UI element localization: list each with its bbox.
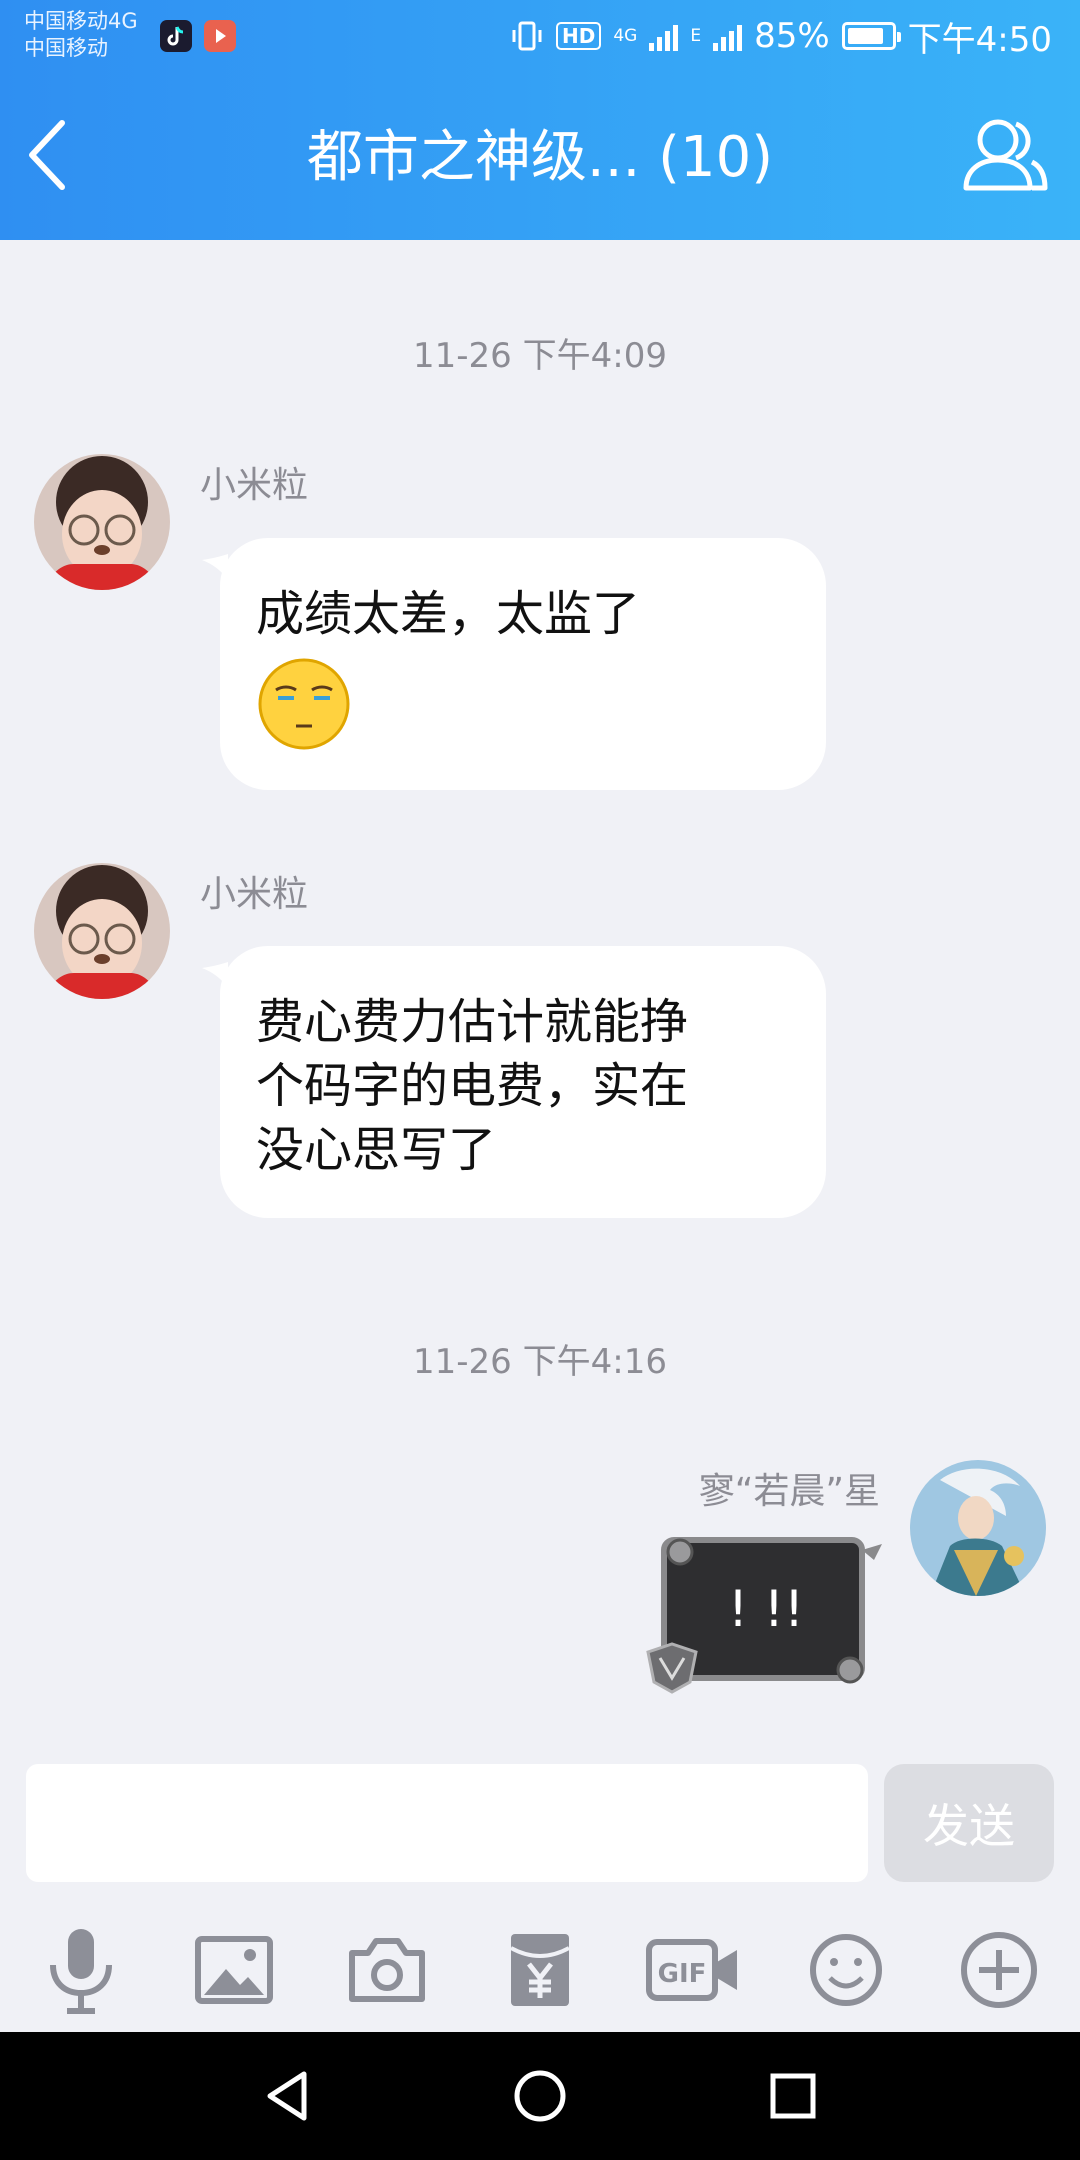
nav-home-button[interactable]: [495, 2051, 585, 2141]
image-icon: [194, 1936, 273, 2004]
camera-icon: [348, 1938, 425, 2002]
avatar[interactable]: [34, 454, 170, 590]
status-icons: HD 4G E 85% 下午4:50: [510, 14, 1052, 60]
back-triangle-icon: [267, 2071, 307, 2121]
voice-button[interactable]: [26, 1915, 136, 2025]
recents-square-icon: [770, 2073, 816, 2119]
signal-tag: E: [690, 26, 702, 46]
battery-icon: [841, 22, 901, 50]
carrier-1: 中国移动4G: [24, 9, 138, 33]
clock: 下午4:50: [907, 19, 1052, 60]
avatar[interactable]: [34, 863, 170, 999]
avatar[interactable]: [910, 1460, 1046, 1596]
gif-button[interactable]: GIF: [638, 1915, 748, 2025]
message-line: 费心费力估计就能挣: [256, 994, 689, 1050]
video-notification-icon: [204, 20, 236, 52]
emoji-icon: [810, 1934, 883, 2006]
battery-percent: 85%: [754, 16, 830, 56]
sender-name: 小米粒: [200, 465, 309, 506]
sticker-text: ! !!: [728, 1580, 804, 1638]
microphone-icon: [49, 1929, 112, 2014]
message-input[interactable]: [26, 1764, 868, 1882]
hd-badge: HD: [555, 22, 602, 50]
system-nav-bar: [0, 2032, 1080, 2160]
tiktok-notification-icon: [160, 20, 192, 52]
signal-icon: [649, 21, 679, 51]
sticker-message[interactable]: ! !!: [640, 1530, 890, 1700]
more-button[interactable]: [944, 1915, 1054, 2025]
group-members-button[interactable]: [960, 112, 1050, 196]
chat-header: 中国移动4G 中国移动 HD 4G E 85% 下午4:50 都市之神级... …: [0, 0, 1080, 240]
chevron-left-icon: [29, 120, 65, 190]
network-tag: 4G: [613, 26, 638, 46]
chat-title: 都市之神级... (10): [306, 125, 774, 190]
red-packet-button[interactable]: [485, 1915, 595, 2025]
svg-text:GIF: GIF: [658, 1959, 707, 1989]
signal-icon-2: [713, 21, 743, 51]
message-bubble[interactable]: 费心费力估计就能挣 个码字的电费，实在 没心思写了: [220, 946, 826, 1218]
message-text: 成绩太差，太监了: [256, 586, 641, 642]
message-line: 个码字的电费，实在: [256, 1058, 689, 1114]
send-button[interactable]: 发送: [884, 1764, 1054, 1882]
emoji-button[interactable]: [791, 1915, 901, 2025]
back-button[interactable]: [20, 115, 80, 195]
status-bar: 中国移动4G 中国移动 HD 4G E 85% 下午4:50: [0, 0, 1080, 75]
vibrate-icon: [512, 21, 542, 51]
message-bubble[interactable]: 成绩太差，太监了: [220, 538, 826, 790]
timestamp: 11-26 下午4:09: [413, 336, 667, 376]
sender-name: 寥“若晨”星: [698, 1471, 880, 1512]
timestamp: 11-26 下午4:16: [413, 1342, 667, 1382]
plus-icon: [961, 1932, 1038, 2008]
nav-back-button[interactable]: [242, 2051, 332, 2141]
home-circle-icon: [514, 2070, 566, 2122]
sender-name: 小米粒: [200, 874, 309, 915]
battery-fill: [847, 28, 884, 44]
red-packet-icon: [510, 1934, 570, 2006]
input-bar: 发送: [0, 1740, 1080, 1910]
nav-recents-button[interactable]: [748, 2051, 838, 2141]
gif-icon: GIF: [646, 1939, 738, 2001]
image-button[interactable]: [179, 1915, 289, 2025]
speechless-face-emoji: [258, 658, 350, 750]
camera-button[interactable]: [332, 1915, 442, 2025]
group-members-icon: [963, 119, 1048, 191]
chat-toolbar: GIF: [0, 1910, 1080, 2030]
message-line: 没心思写了: [256, 1122, 497, 1178]
carrier-info: 中国移动4G 中国移动: [24, 8, 138, 62]
carrier-2: 中国移动: [24, 36, 108, 60]
